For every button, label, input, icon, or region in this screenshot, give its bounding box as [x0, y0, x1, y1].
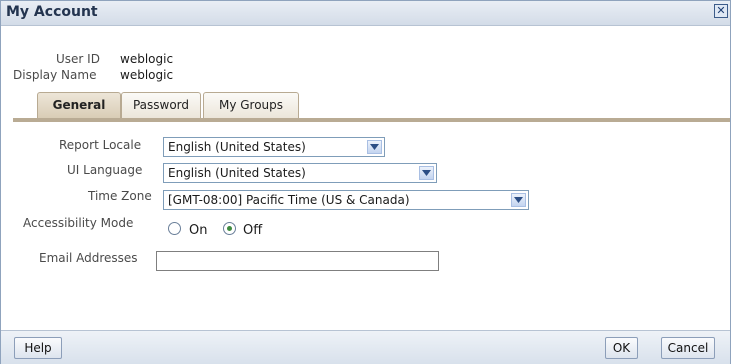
tab-my-groups[interactable]: My Groups [203, 92, 299, 118]
close-icon[interactable]: ✕ [714, 4, 728, 18]
user-id-value: weblogic [120, 52, 174, 66]
report-locale-value: English (United States) [168, 140, 306, 154]
help-button[interactable]: Help [14, 337, 62, 359]
time-zone-select[interactable]: [GMT-08:00] Pacific Time (US & Canada) [163, 190, 529, 210]
chevron-down-icon[interactable] [367, 140, 382, 154]
report-locale-label: Report Locale [59, 138, 142, 152]
tab-general[interactable]: General [37, 92, 121, 118]
accessibility-mode-label: Accessibility Mode [23, 216, 134, 230]
chevron-down-icon[interactable] [511, 193, 526, 207]
display-name-label: Display Name [13, 68, 97, 82]
email-addresses-label: Email Addresses [39, 251, 138, 265]
time-zone-label: Time Zone [88, 189, 152, 203]
accessibility-off-label: Off [243, 223, 263, 238]
dialog-footer: Help OK Cancel [1, 330, 730, 364]
chevron-down-icon[interactable] [419, 166, 434, 180]
accessibility-off-radio[interactable] [223, 222, 236, 235]
display-name-value: weblogic [120, 68, 174, 82]
accessibility-on-radio[interactable] [168, 222, 181, 235]
dialog-title: My Account [6, 4, 98, 20]
tab-password[interactable]: Password [121, 92, 201, 118]
report-locale-select[interactable]: English (United States) [163, 137, 385, 157]
accessibility-on-label: On [189, 223, 208, 238]
time-zone-value: [GMT-08:00] Pacific Time (US & Canada) [168, 193, 410, 207]
ui-language-select[interactable]: English (United States) [163, 163, 437, 183]
title-bar: My Account ✕ [1, 1, 730, 26]
ui-language-value: English (United States) [168, 166, 306, 180]
email-addresses-field[interactable] [156, 251, 439, 271]
cancel-button[interactable]: Cancel [661, 337, 715, 359]
user-id-label: User ID [56, 52, 100, 66]
ok-button[interactable]: OK [605, 337, 638, 359]
ui-language-label: UI Language [67, 163, 143, 177]
tab-underline [13, 118, 730, 122]
my-account-dialog: My Account ✕ User ID weblogic Display Na… [0, 0, 731, 364]
